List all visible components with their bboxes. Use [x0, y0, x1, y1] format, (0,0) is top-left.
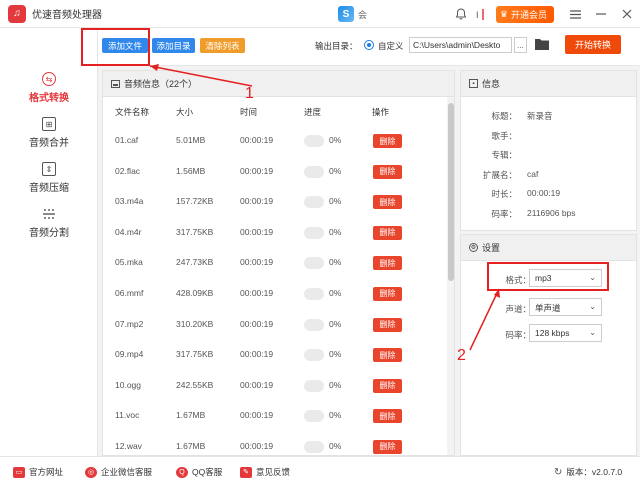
footer: ▭ 官方网址 ◎ 企业微信客服 Q QQ客服 ✎ 意见反馈 ↻ 版本：v2.0.…	[0, 456, 640, 486]
annotation-arrows	[149, 64, 500, 351]
qq-label: QQ客服	[192, 467, 223, 477]
website-label: 官方网址	[29, 467, 64, 477]
wechat-service-link[interactable]: ◎ 企业微信客服	[85, 466, 152, 478]
website-link[interactable]: ▭ 官方网址	[13, 466, 63, 478]
annotation-number-2: 2	[457, 347, 466, 364]
feedback-icon: ✎	[240, 466, 252, 478]
feedback-label: 意见反馈	[256, 467, 291, 477]
version-label: 版本：v2.0.7.0	[566, 467, 623, 477]
annotation-number-1: 1	[245, 85, 254, 102]
refresh-icon: ↻	[554, 466, 563, 478]
website-icon: ▭	[13, 466, 25, 478]
qq-service-link[interactable]: Q QQ客服	[176, 466, 222, 478]
wechat-label: 企业微信客服	[101, 467, 153, 477]
qq-icon: Q	[176, 466, 188, 478]
feedback-link[interactable]: ✎ 意见反馈	[240, 466, 290, 478]
version-info[interactable]: ↻ 版本：v2.0.7.0	[554, 466, 622, 478]
wechat-icon: ◎	[85, 466, 97, 478]
